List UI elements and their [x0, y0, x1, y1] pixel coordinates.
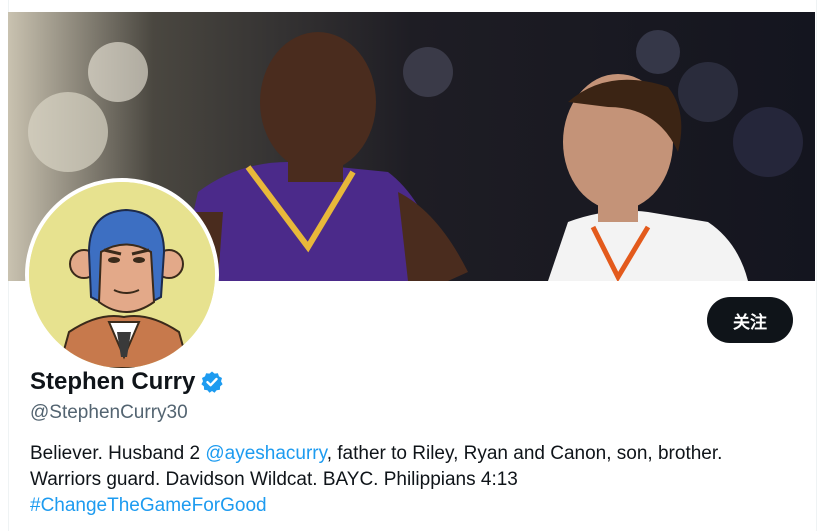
bio-text: , father to Riley, Ryan and Canon, son, … [326, 443, 723, 464]
bio-line-2: Warriors guard. Davidson Wildcat. BAYC. … [30, 469, 518, 490]
bio-text: Believer. Husband 2 [30, 443, 206, 464]
mention-link[interactable]: @ayeshacurry [205, 443, 326, 464]
hashtag-link[interactable]: #ChangeTheGameForGood [30, 495, 267, 516]
profile-avatar[interactable] [25, 178, 219, 372]
follow-button[interactable]: 关注 [707, 297, 793, 343]
profile-handle: @StephenCurry30 [30, 402, 188, 423]
profile-name-row: Stephen Curry [30, 368, 224, 396]
profile-display-name: Stephen Curry [30, 368, 196, 395]
bio-line-1: Believer. Husband 2 @ayeshacurry, father… [30, 441, 800, 467]
profile-bio: Believer. Husband 2 @ayeshacurry, father… [30, 441, 800, 519]
verified-badge-icon[interactable] [200, 370, 224, 394]
bio-line-3: #ChangeTheGameForGood [30, 493, 800, 519]
